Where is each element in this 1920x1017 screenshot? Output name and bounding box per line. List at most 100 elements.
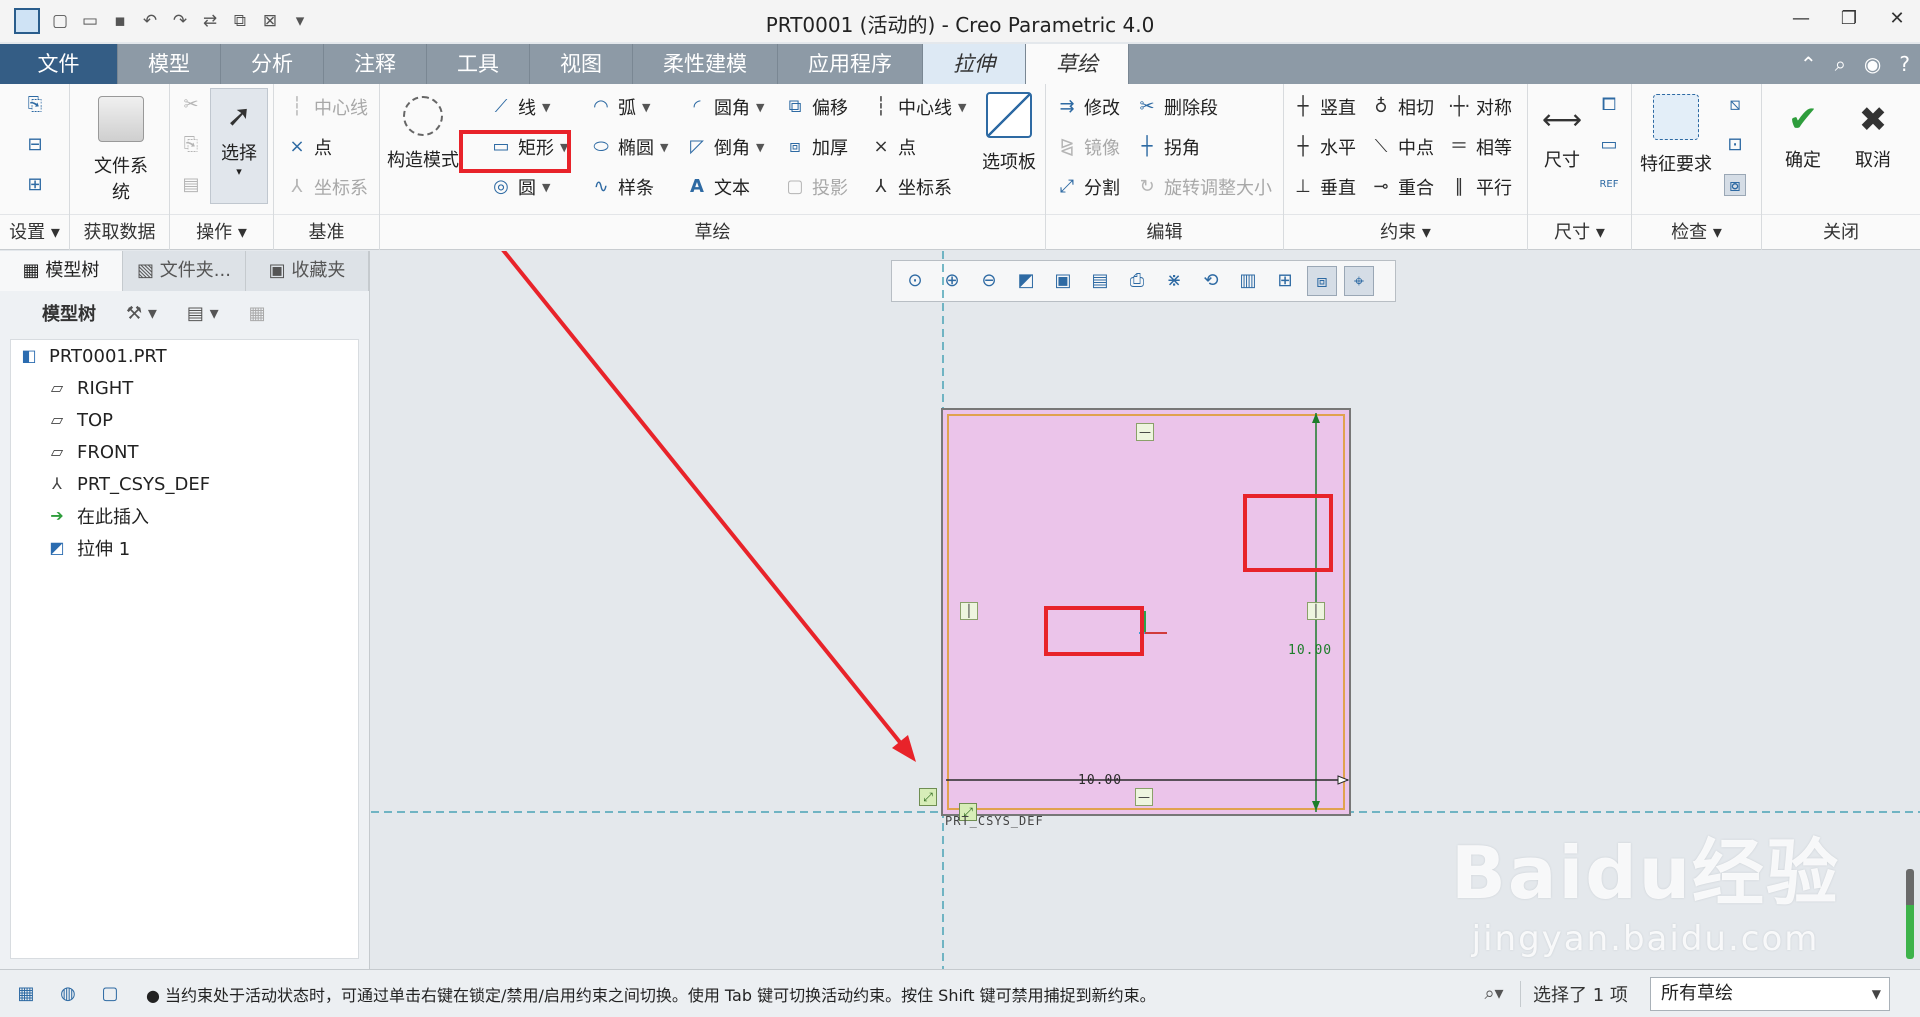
app-icon[interactable]	[14, 8, 40, 34]
regenerate-icon[interactable]: ⇄	[200, 11, 220, 31]
mirror-button[interactable]: ⧎ 镜像	[1056, 134, 1120, 160]
horizontal-constraint-marker[interactable]: —	[1136, 423, 1154, 441]
midpoint-constraint-button[interactable]: ⟍ 中点	[1370, 134, 1434, 160]
delete-segment-button[interactable]: ✂ 删除段	[1136, 94, 1218, 120]
tree-node-top[interactable]: ▱ TOP	[11, 404, 358, 436]
ellipse-dropdown-icon[interactable]: ▼	[660, 141, 668, 154]
chamfer-dropdown-icon[interactable]: ▼	[756, 141, 764, 154]
collapse-ribbon-icon[interactable]: ⌃	[1800, 52, 1817, 76]
arc-button[interactable]: ◠ 弧 ▼	[590, 94, 650, 120]
construction-mode-button[interactable]: 构造模式	[386, 96, 460, 172]
redo-icon[interactable]: ↷	[170, 11, 190, 31]
ok-button[interactable]: ✔ 确定	[1772, 94, 1834, 172]
help-icon[interactable]: ?	[1899, 52, 1910, 76]
group-label-constrain[interactable]: 约束 ▾	[1284, 214, 1527, 250]
tab-applications[interactable]: 应用程序	[778, 44, 923, 84]
tree-node-front[interactable]: ▱ FRONT	[11, 436, 358, 468]
perimeter-dim-button[interactable]: ⧠	[1598, 94, 1620, 116]
coincident-constraint-button[interactable]: ⊸ 重合	[1370, 174, 1434, 200]
windows-icon[interactable]: ⧉	[230, 11, 250, 31]
fillet-dropdown-icon[interactable]: ▼	[756, 101, 764, 114]
dimension-button[interactable]: ⟷ 尺寸	[1534, 94, 1590, 172]
tree-node-right[interactable]: ▱ RIGHT	[11, 372, 358, 404]
palette-button[interactable]: 选项板	[976, 92, 1042, 174]
equal-constraint-button[interactable]: ＝相等	[1448, 134, 1512, 160]
graphics-area[interactable]: ⊙ ⊕ ⊖ ◩ ▣ ▤ ⎙ ⋇ ⟲ ▥ ⊞ ⧈ ⌖ — │ │ — ⤢ ⤢ 10…	[371, 251, 1920, 969]
baseline-dim-button[interactable]: ▭	[1598, 134, 1620, 156]
divide-button[interactable]: ⤢ 分割	[1056, 174, 1120, 200]
tangent-constraint-button[interactable]: ♁ 相切	[1370, 94, 1434, 120]
tree-node-part[interactable]: ◧ PRT0001.PRT	[11, 340, 358, 372]
paste-button[interactable]: ▤	[180, 174, 202, 196]
customize-icon[interactable]: ▾	[290, 11, 310, 31]
symmetric-constraint-button[interactable]: ⋅┼⋅ 对称	[1448, 94, 1512, 120]
select-button[interactable]: ➚ 选择 ▾	[210, 88, 268, 204]
tree-node-insert-here[interactable]: ➔ 在此插入	[11, 500, 358, 532]
line-dropdown-icon[interactable]: ▼	[542, 101, 550, 114]
sketch-point-button[interactable]: × 点	[870, 134, 916, 160]
dimension-vertical[interactable]: 10.00	[1288, 643, 1332, 658]
reference-dim-button[interactable]: REF	[1598, 174, 1620, 196]
sketch-setup-button[interactable]: ⎘	[24, 94, 46, 116]
thicken-button[interactable]: ⧈ 加厚	[784, 134, 848, 160]
close-window-icon[interactable]: ⊠	[260, 11, 280, 31]
tab-file[interactable]: 文件	[0, 44, 118, 84]
navigator-toggle-icon[interactable]: ▦	[10, 978, 42, 1010]
horizontal-constraint-marker-bottom[interactable]: —	[1135, 788, 1153, 806]
chamfer-button[interactable]: ◸ 倒角 ▼	[686, 134, 764, 160]
sketch-view-button[interactable]: ⊞	[24, 174, 46, 196]
dimension-horizontal[interactable]: 10.00	[1078, 773, 1122, 788]
tab-view[interactable]: 视图	[530, 44, 633, 84]
tab-model[interactable]: 模型	[118, 44, 221, 84]
tab-extrude[interactable]: 拉伸	[923, 44, 1026, 84]
parallel-constraint-button[interactable]: ∥ 平行	[1448, 174, 1513, 200]
datum-point-button[interactable]: × 点	[286, 134, 332, 160]
datum-csys-button[interactable]: ⅄ 坐标系	[286, 174, 369, 200]
undo-icon[interactable]: ↶	[140, 11, 160, 31]
tree-columns-icon[interactable]: ▤ ▾	[187, 303, 219, 324]
vertical-constraint-marker-left[interactable]: │	[960, 602, 978, 620]
tree-node-csys[interactable]: ⅄ PRT_CSYS_DEF	[11, 468, 358, 500]
circle-button[interactable]: ◎ 圆 ▼	[490, 174, 550, 200]
group-label-dimension[interactable]: 尺寸 ▾	[1528, 214, 1631, 250]
group-label-setup[interactable]: 设置 ▾	[0, 214, 69, 250]
shade-closed-loops-button[interactable]: ⧇	[1724, 174, 1746, 196]
close-icon[interactable]: ✕	[1886, 8, 1908, 29]
circle-dropdown-icon[interactable]: ▼	[542, 181, 550, 194]
new-icon[interactable]: ▢	[50, 11, 70, 31]
full-screen-icon[interactable]: ▢	[94, 978, 126, 1010]
file-system-button[interactable]: 文件系统	[86, 96, 156, 204]
copy-button[interactable]: ⎘	[180, 134, 202, 156]
minimize-icon[interactable]: —	[1790, 8, 1812, 29]
perpendicular-constraint-button[interactable]: ⊥ 垂直	[1292, 174, 1356, 200]
cancel-button[interactable]: ✖ 取消	[1842, 94, 1904, 172]
line-button[interactable]: ⟋ 线 ▼	[490, 94, 551, 120]
tree-filter-icon[interactable]: ▦	[249, 303, 266, 324]
sketch-centerline-button[interactable]: ┆ 中心线 ▼	[870, 94, 967, 120]
centerline-dropdown-icon[interactable]: ▼	[958, 101, 966, 114]
save-icon[interactable]: ▪	[110, 11, 130, 31]
open-icon[interactable]: ▭	[80, 11, 100, 31]
browser-toggle-icon[interactable]: ◍	[52, 978, 84, 1010]
rotate-resize-button[interactable]: ↻ 旋转调整大小	[1136, 174, 1272, 200]
modify-button[interactable]: ⇉ 修改	[1056, 94, 1120, 120]
search-icon[interactable]: ⌕	[1835, 52, 1846, 76]
tab-annotate[interactable]: 注释	[324, 44, 427, 84]
find-icon[interactable]: ⌕▾	[1478, 978, 1510, 1010]
tab-model-tree[interactable]: ▦ 模型树	[0, 251, 123, 291]
tab-favorites[interactable]: ▣ 收藏夹	[246, 251, 369, 291]
tab-analysis[interactable]: 分析	[221, 44, 324, 84]
selection-filter-select[interactable]: 所有草绘 ▼	[1650, 976, 1890, 1011]
arc-dropdown-icon[interactable]: ▼	[642, 101, 650, 114]
text-button[interactable]: A 文本	[686, 174, 750, 200]
overlap-geometry-button[interactable]: ⧅	[1724, 94, 1746, 116]
tree-settings-icon[interactable]: ⚒ ▾	[126, 303, 157, 324]
group-label-operations[interactable]: 操作 ▾	[170, 214, 273, 250]
coincident-glyph[interactable]: ⤢	[919, 788, 937, 806]
references-button[interactable]: ⊟	[24, 134, 46, 156]
tab-flexible-modeling[interactable]: 柔性建模	[633, 44, 778, 84]
group-label-inspect[interactable]: 检查 ▾	[1632, 214, 1761, 250]
vertical-constraint-marker-right[interactable]: │	[1307, 602, 1325, 620]
cut-button[interactable]: ✂	[180, 94, 202, 116]
highlight-open-ends-button[interactable]: ⊡	[1724, 134, 1746, 156]
